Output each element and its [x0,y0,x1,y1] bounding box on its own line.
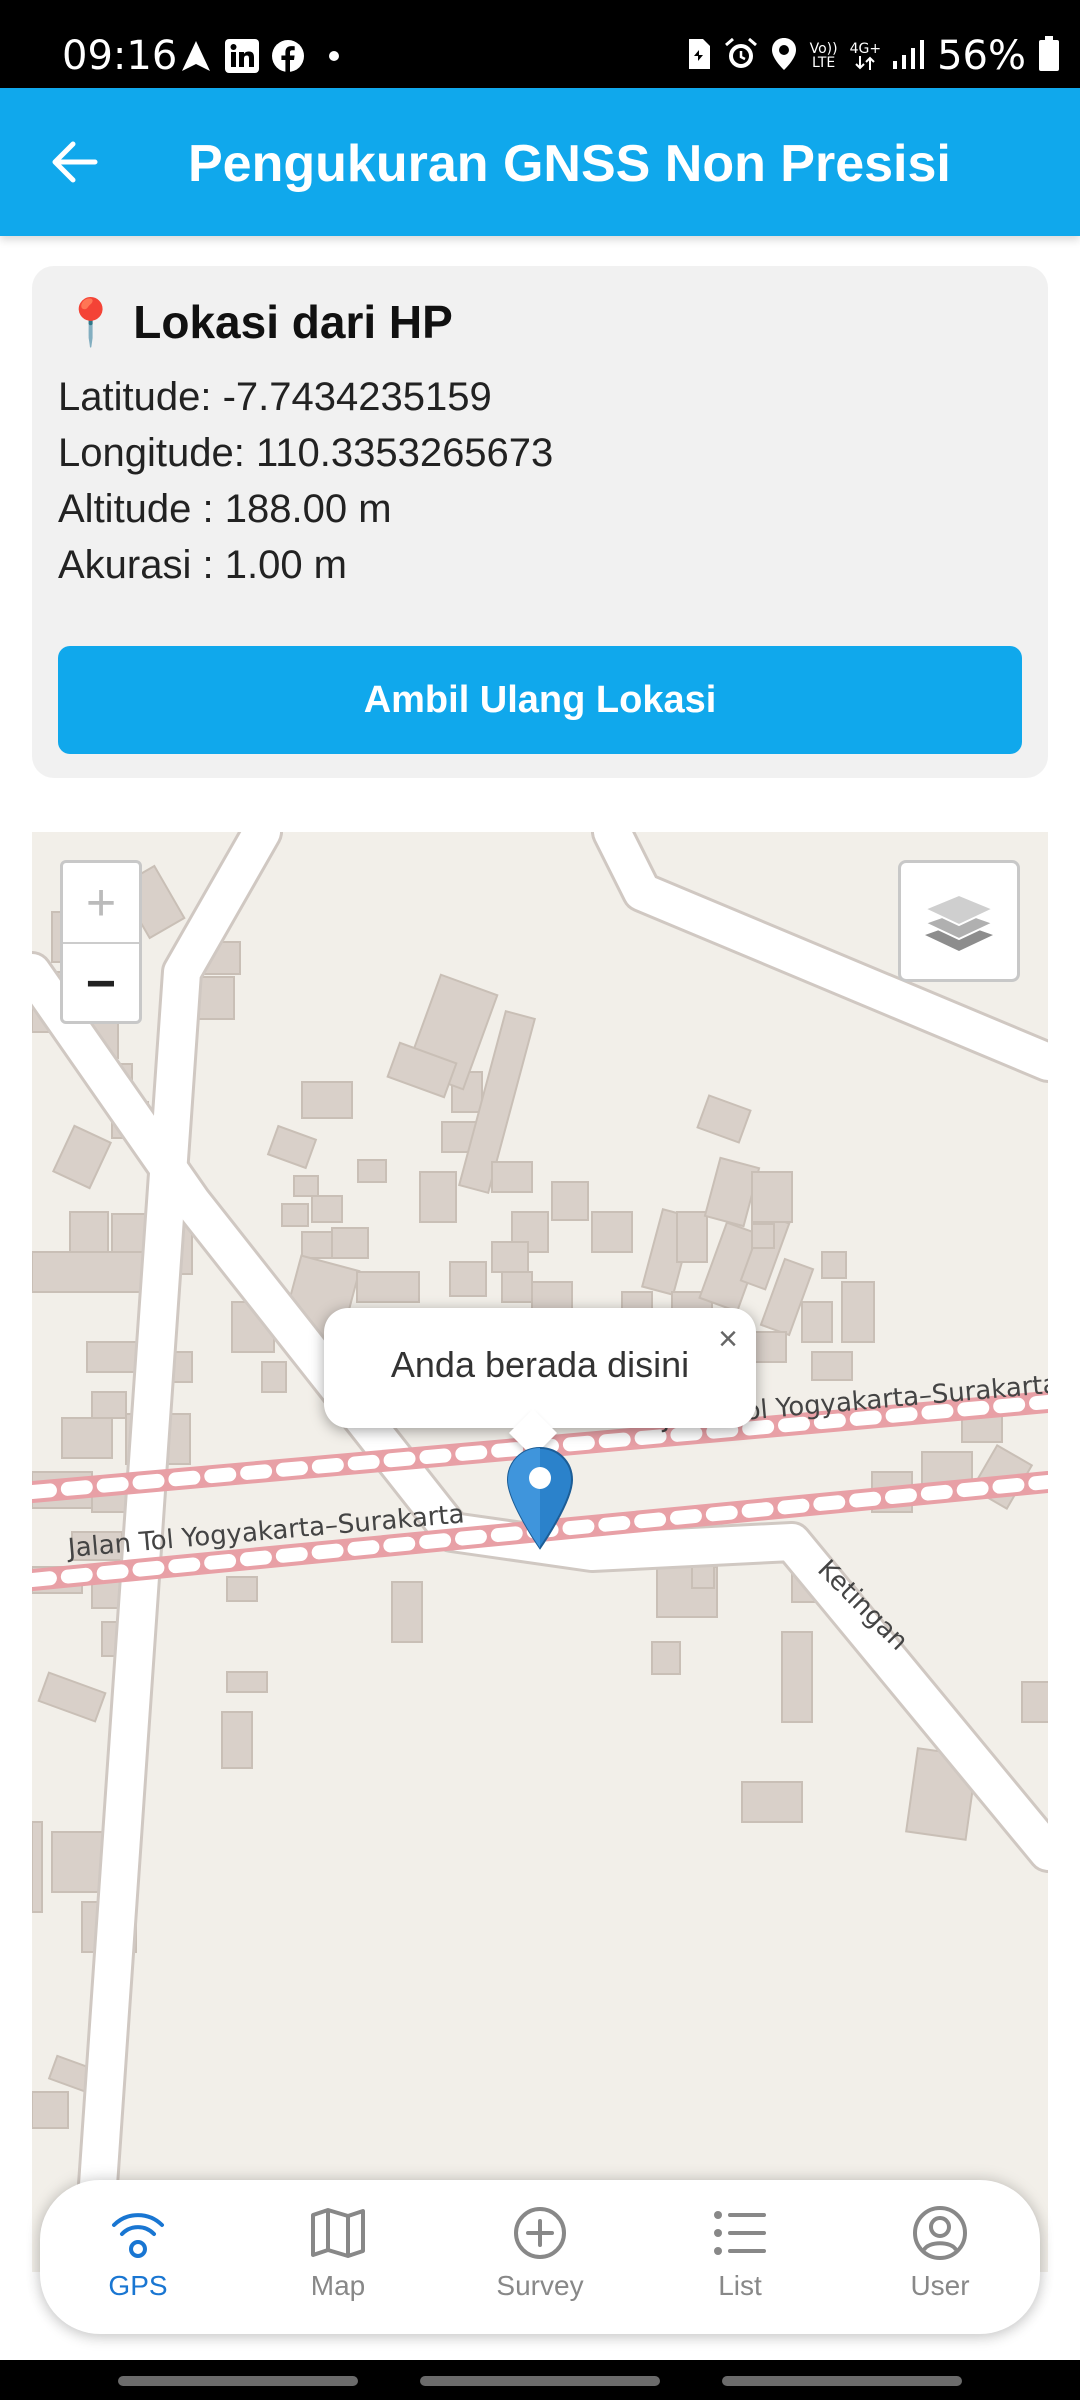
alarm-icon [724,37,758,76]
zoom-control: + − [60,860,142,1024]
volte-icon: Vo)) LTE [809,41,838,71]
plus-circle-icon [514,2207,566,2259]
card-heading-text: Lokasi dari HP [133,296,453,348]
zoom-in-button[interactable]: + [63,863,139,944]
battery-percent: 56% [937,33,1026,79]
nav-label-user: User [910,2270,970,2301]
map-view[interactable]: Jalan Tol Yogyakarta–Surakarta Jalan Tol… [32,832,1048,2272]
battery-icon [1038,35,1060,77]
location-icon [770,37,798,76]
user-icon [913,2206,967,2260]
4g-icon: 4G+ [850,42,881,70]
latitude-text: Latitude: -7.7434235159 [58,375,492,419]
system-navigation-bar [0,2360,1080,2400]
refresh-location-button[interactable]: Ambil Ulang Lokasi [58,646,1022,754]
recents-gesture[interactable] [118,2376,358,2386]
back-gesture[interactable] [722,2376,962,2386]
card-heading: 📍 Lokasi dari HP [62,296,453,348]
zoom-out-button[interactable]: − [63,944,139,1023]
nav-item-survey[interactable]: Survey [460,2202,620,2314]
location-popup: Anda berada disini × [324,1308,756,1458]
pin-icon: 📍 [62,296,120,348]
location-marker[interactable] [506,1446,574,1555]
linkedin-icon [224,38,260,74]
signal-icon [893,39,925,74]
nav-item-map[interactable]: Map [258,2202,418,2314]
nav-item-list[interactable]: List [660,2202,820,2314]
accuracy-text: Akurasi : 1.00 m [58,543,348,587]
nav-label-survey: Survey [496,2270,584,2301]
sim-icon [686,37,712,76]
nav-label-map: Map [310,2270,366,2301]
altitude-text: Altitude : 188.00 m [58,487,392,531]
status-bar: 09:16 Vo)) LTE 4G+ 56% [0,0,1080,88]
list-icon [714,2211,766,2255]
status-time: 09:16 [62,33,178,79]
location-card: 📍 Lokasi dari HP Latitude: -7.7434235159… [32,266,1048,778]
facebook-icon [270,38,306,74]
system-icons: Vo)) LTE 4G+ 56% [686,34,1060,78]
nav-item-user[interactable]: User [860,2202,1020,2314]
layers-icon [923,893,995,951]
map-icon [311,2208,365,2258]
home-gesture[interactable] [420,2376,660,2386]
page-title: Pengukuran GNSS Non Presisi [188,135,951,193]
layers-button[interactable] [898,860,1020,982]
nav-label-list: List [718,2270,762,2301]
nav-item-gps[interactable]: GPS [58,2202,218,2314]
popup-close-button[interactable]: × [718,1322,738,1356]
nav-label-gps: GPS [108,2270,168,2301]
arrow-left-icon [52,141,98,183]
back-button[interactable] [44,132,104,192]
popup-text: Anda berada disini [390,1344,690,1385]
navigation-icon [178,38,214,74]
bottom-navigation: GPS Map Survey List User [40,2180,1040,2334]
map-pin-icon [506,1446,574,1550]
dot-icon [316,38,352,74]
longitude-text: Longitude: 110.3353265673 [58,431,554,475]
app-bar: Pengukuran GNSS Non Presisi [0,88,1080,236]
gps-icon [112,2213,164,2258]
notification-icons [178,38,352,74]
